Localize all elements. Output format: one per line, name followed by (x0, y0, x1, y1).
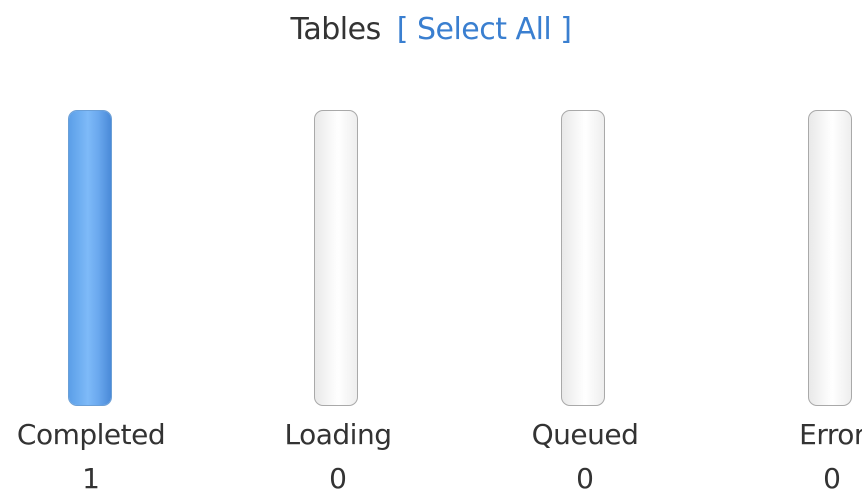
status-label-loading: Loading (284, 418, 392, 451)
status-bar-error[interactable] (808, 110, 852, 406)
status-column-error: Error 0 (752, 0, 862, 495)
status-column-completed: Completed 1 (11, 0, 171, 495)
status-bar-completed[interactable] (68, 110, 112, 406)
status-bar-queued[interactable] (561, 110, 605, 406)
status-column-queued: Queued 0 (505, 0, 665, 495)
status-label-completed: Completed (16, 418, 166, 451)
status-column-loading: Loading 0 (258, 0, 418, 495)
status-label-error: Error (799, 418, 862, 451)
status-bar-fill (69, 111, 111, 405)
status-count-completed: 1 (82, 462, 100, 495)
status-count-error: 0 (823, 462, 841, 495)
status-label-queued: Queued (531, 418, 639, 451)
status-count-loading: 0 (329, 462, 347, 495)
status-bar-loading[interactable] (314, 110, 358, 406)
status-count-queued: 0 (576, 462, 594, 495)
